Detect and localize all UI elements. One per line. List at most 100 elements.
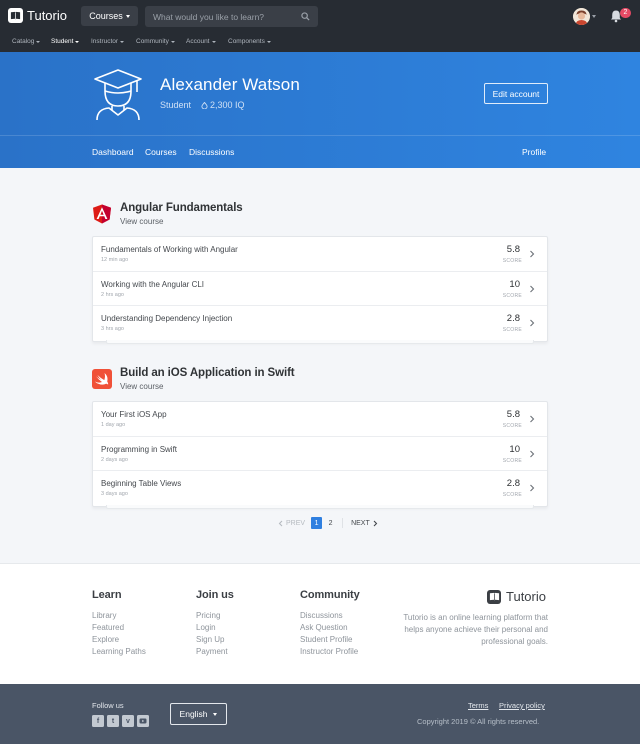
chevron-down-icon: [125, 14, 130, 18]
footer-link[interactable]: Student Profile: [300, 634, 360, 646]
user-menu-chevron-icon[interactable]: [592, 15, 596, 18]
chevron-down-icon: [266, 40, 271, 43]
footer-column-join-us: Join us Pricing Login Sign Up Payment: [196, 589, 234, 658]
lesson-time: 2 days ago: [101, 456, 128, 463]
card-stack-shadow: [106, 340, 534, 344]
user-avatar[interactable]: [573, 8, 590, 25]
pagination-prev[interactable]: PREV: [278, 520, 305, 527]
page-1-button[interactable]: 1: [311, 517, 323, 529]
lesson-score: 2.8: [506, 313, 520, 324]
angular-logo-icon: [93, 204, 111, 224]
chevron-down-icon: [211, 40, 216, 43]
chevron-down-icon: [75, 40, 80, 43]
view-course-link[interactable]: View course: [120, 382, 163, 391]
footer-link[interactable]: Featured: [92, 622, 146, 634]
lesson-row[interactable]: Understanding Dependency Injection 3 hrs…: [93, 306, 547, 341]
youtube-icon[interactable]: [137, 715, 149, 727]
language-select[interactable]: English: [170, 703, 227, 725]
lesson-row[interactable]: Programming in Swift 2 days ago 10 SCORE: [93, 437, 547, 471]
footer-link[interactable]: Learning Paths: [92, 646, 146, 658]
subnav-label: Community: [136, 38, 169, 45]
footer-link[interactable]: Sign Up: [196, 634, 234, 646]
pagination-next[interactable]: NEXT: [351, 520, 378, 527]
lesson-row[interactable]: Beginning Table Views 3 days ago 2.8 SCO…: [93, 471, 547, 506]
lesson-score: 5.8: [506, 409, 520, 420]
chevron-down-icon: [120, 40, 125, 43]
lesson-row[interactable]: Your First iOS App 1 day ago 5.8 SCORE: [93, 402, 547, 437]
social-links: f t v: [92, 715, 149, 727]
tab-courses[interactable]: Courses: [145, 147, 177, 157]
courses-button-label: Courses: [89, 11, 123, 21]
lesson-time: 3 hrs ago: [101, 326, 124, 332]
subnav-label: Account: [186, 38, 210, 45]
subnav-components[interactable]: Components: [228, 38, 271, 45]
lesson-title: Fundamentals of Working with Angular: [101, 245, 238, 254]
brand-link[interactable]: Tutorio: [8, 8, 67, 23]
course-section: Build an iOS Application in Swift View c…: [92, 365, 548, 509]
chevron-left-icon: [278, 520, 283, 526]
graduate-avatar-icon: [94, 69, 142, 120]
footer-link[interactable]: Login: [196, 622, 234, 634]
chevron-right-icon: [373, 520, 378, 526]
subnav-instructor[interactable]: Instructor: [91, 38, 125, 45]
lesson-score: 5.8: [506, 244, 520, 255]
lesson-score: 10: [509, 443, 520, 455]
subnav-label: Instructor: [91, 38, 119, 45]
tab-dashboard[interactable]: Dashboard: [92, 147, 134, 157]
course-section: Angular Fundamentals View course Fundame…: [92, 200, 548, 344]
subnav-account[interactable]: Account: [186, 38, 216, 45]
footer-link[interactable]: Ask Question: [300, 622, 360, 634]
search-icon[interactable]: [301, 12, 310, 21]
tab-discussions[interactable]: Discussions: [189, 147, 234, 157]
view-course-link[interactable]: View course: [120, 217, 163, 226]
chevron-right-icon: [530, 484, 535, 492]
brand-name: Tutorio: [27, 8, 67, 23]
footer-link[interactable]: Payment: [196, 646, 234, 658]
page-2-button[interactable]: 2: [325, 517, 336, 529]
twitter-icon[interactable]: t: [107, 715, 119, 727]
subnav-label: Catalog: [12, 38, 35, 45]
footer-column-community: Community Discussions Ask Question Stude…: [300, 589, 360, 658]
subnav-catalog[interactable]: Catalog: [12, 38, 41, 45]
privacy-policy-link[interactable]: Privacy policy: [499, 701, 545, 710]
search-input[interactable]: [145, 6, 295, 27]
chevron-right-icon: [530, 319, 535, 327]
courses-dropdown-button[interactable]: Courses: [81, 6, 138, 26]
score-label: SCORE: [502, 292, 522, 299]
profile-hero: Alexander Watson Student 2,300 IQ Edit a…: [0, 52, 640, 168]
lesson-title: Your First iOS App: [101, 410, 167, 419]
score-label: SCORE: [502, 457, 522, 464]
hero-divider: [0, 135, 640, 136]
tab-profile[interactable]: Profile: [522, 147, 546, 157]
lesson-title: Working with the Angular CLI: [101, 279, 205, 289]
footer-link[interactable]: Discussions: [300, 610, 360, 622]
subnav-label: Components: [228, 38, 265, 45]
lesson-time: 2 hrs ago: [101, 291, 124, 298]
vimeo-icon[interactable]: v: [122, 715, 134, 727]
footer-column-learn: Learn Library Featured Explore Learning …: [92, 589, 146, 658]
course-header: Angular Fundamentals View course: [92, 200, 548, 232]
footer: Learn Library Featured Explore Learning …: [0, 563, 640, 684]
footer-link[interactable]: Instructor Profile: [300, 646, 360, 658]
facebook-icon[interactable]: f: [92, 715, 104, 727]
pagination-divider: [342, 518, 344, 528]
subnav-community[interactable]: Community: [136, 38, 175, 45]
lesson-time: 1 day ago: [101, 422, 126, 428]
lesson-title: Programming in Swift: [101, 444, 178, 454]
footer-link[interactable]: Pricing: [196, 610, 234, 622]
footer-brand: Tutorio: [487, 589, 546, 604]
course-title: Build an iOS Application in Swift: [120, 367, 295, 379]
profile-iq: 2,300 IQ: [197, 100, 245, 110]
footer-link[interactable]: Library: [92, 610, 146, 622]
terms-link[interactable]: Terms: [468, 701, 488, 710]
footer-link[interactable]: Explore: [92, 634, 146, 646]
lesson-score: 10: [509, 278, 520, 290]
lesson-row[interactable]: Fundamentals of Working with Angular 12 …: [93, 237, 547, 272]
top-navbar: Tutorio Courses 2: [0, 0, 640, 32]
edit-account-button[interactable]: Edit account: [484, 83, 548, 104]
follow-us-label: Follow us: [92, 701, 124, 710]
lesson-row[interactable]: Working with the Angular CLI 2 hrs ago 1…: [93, 272, 547, 306]
chevron-right-icon: [530, 415, 535, 423]
iq-value: 2,300 IQ: [210, 100, 245, 110]
subnav-student[interactable]: Student: [51, 38, 80, 45]
